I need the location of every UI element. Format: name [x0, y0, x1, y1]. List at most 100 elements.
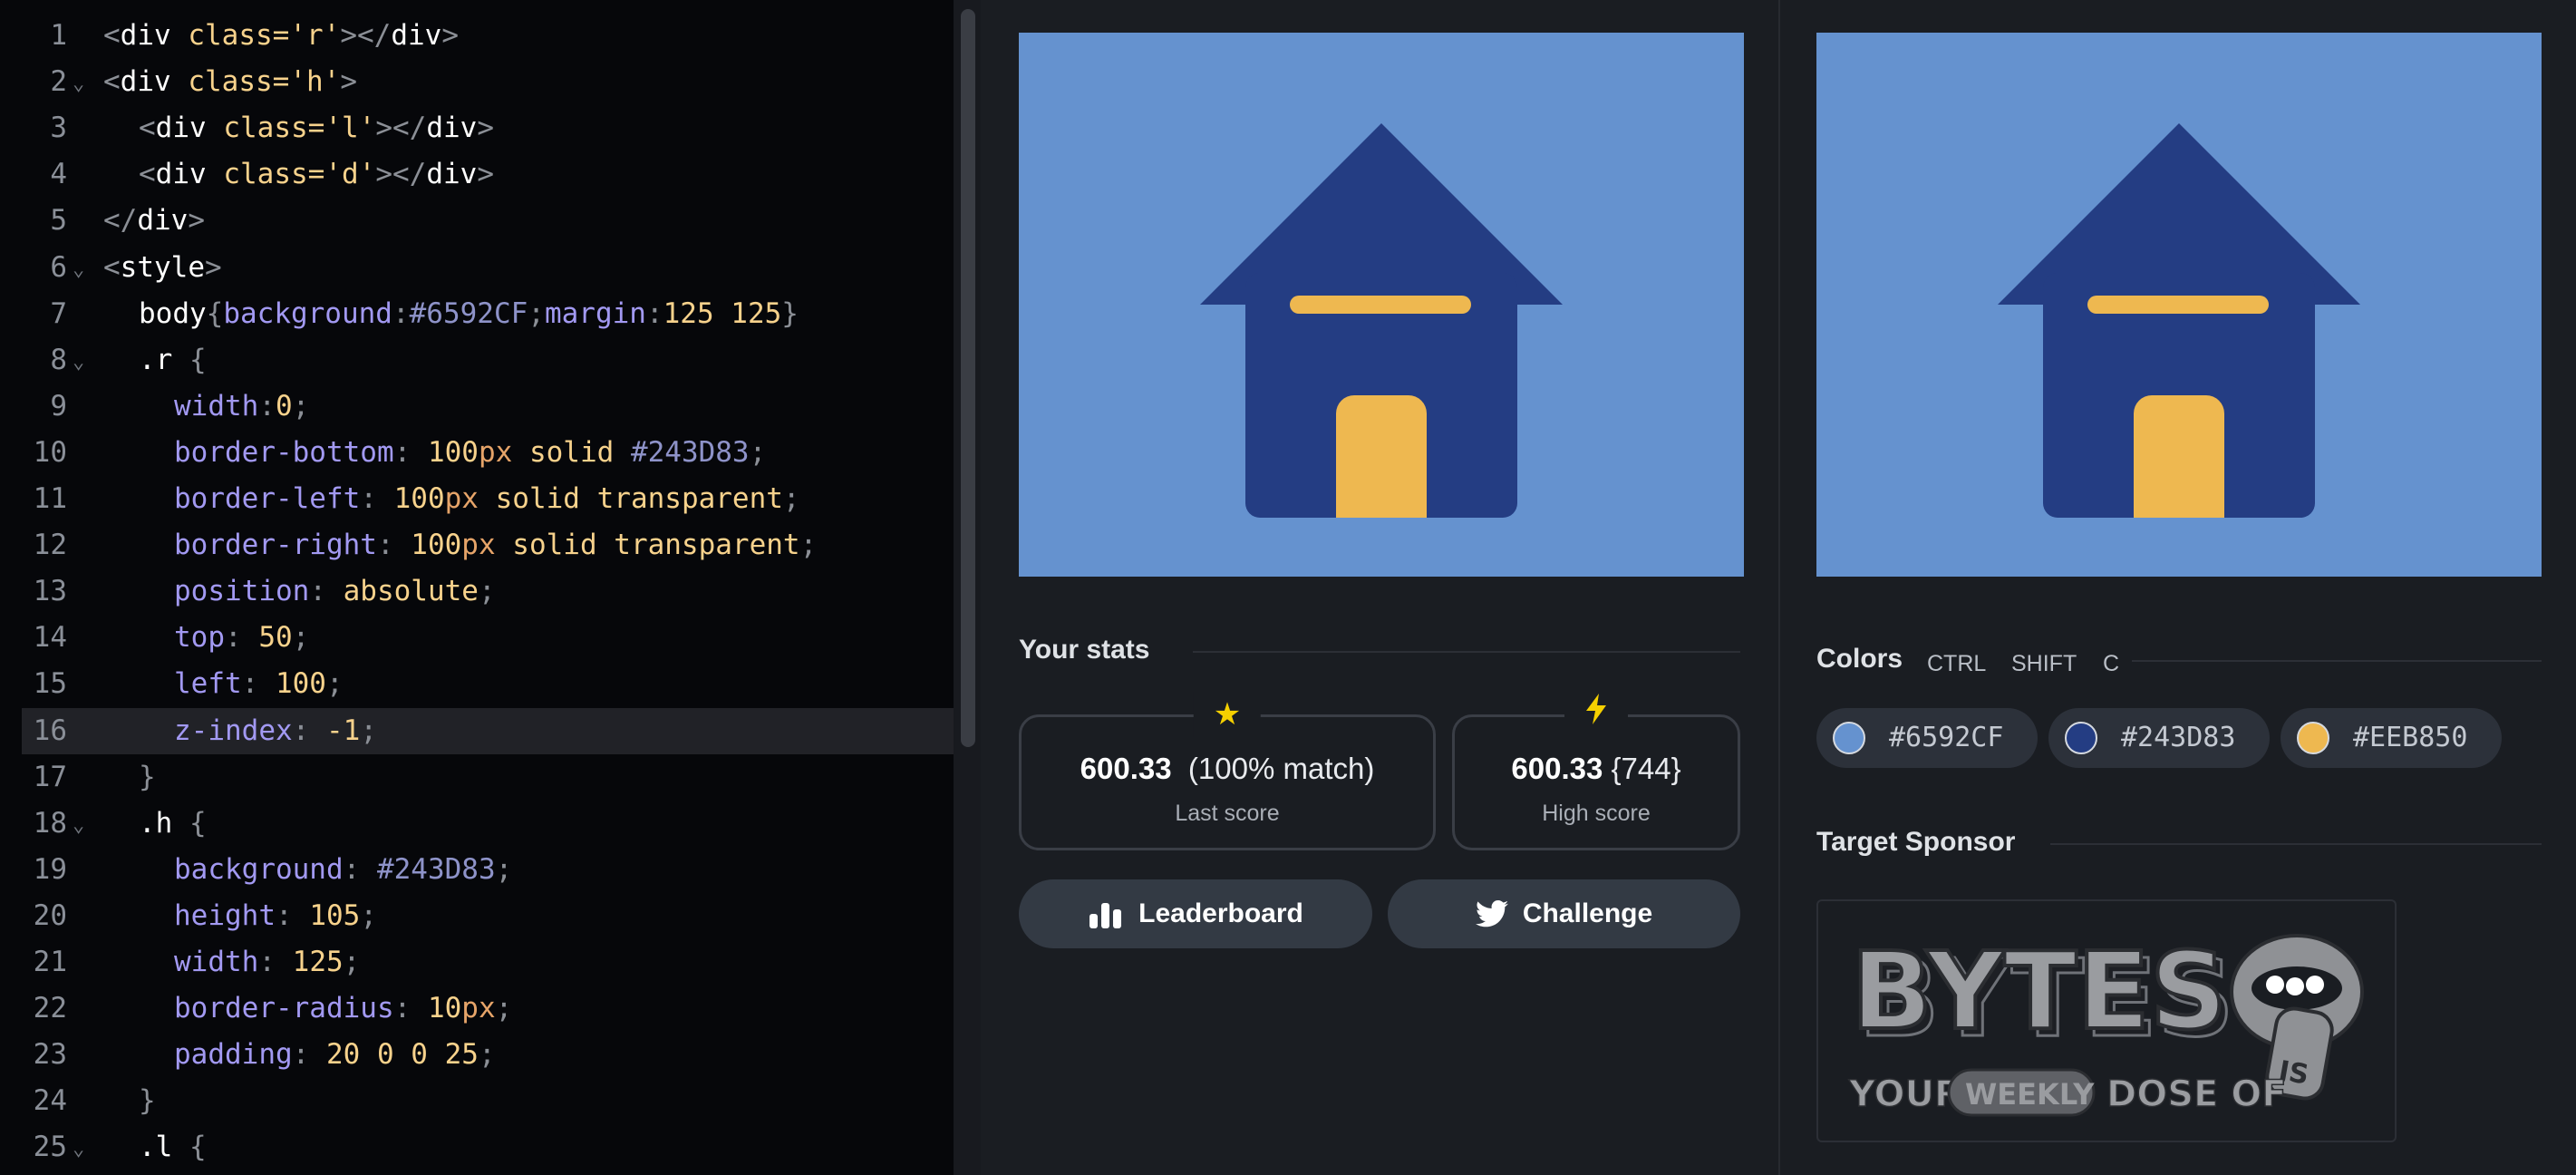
svg-text:DOSE OF: DOSE OF [2106, 1073, 2287, 1115]
code-token: 100 [411, 529, 462, 562]
code-token: > [188, 204, 205, 238]
fold-chevron-icon[interactable]: ⌄ [73, 802, 84, 849]
line-code: border-bottom: 100px solid #243D83; [174, 430, 766, 476]
code-line[interactable]: 12 border-right: 100px solid transparent; [22, 522, 954, 568]
line-number: 14 [33, 621, 67, 655]
code-token: } [139, 1084, 156, 1118]
last-score-match: (100% match) [1187, 752, 1375, 785]
fold-chevron-icon[interactable]: ⌄ [73, 339, 84, 385]
line-number: 23 [33, 1038, 67, 1072]
output-preview[interactable] [1019, 33, 1744, 577]
code-token: border-left [174, 482, 361, 515]
code-token: padding [174, 1038, 293, 1072]
code-line[interactable]: 11 border-left: 100px solid transparent; [22, 476, 954, 522]
code-token: solid transparent [512, 529, 800, 562]
fold-chevron-icon[interactable]: ⌄ [73, 1126, 84, 1172]
line-number: 24 [33, 1084, 67, 1118]
color-swatch-3[interactable]: #EEB850 [2281, 708, 2502, 768]
code-token: solid [528, 435, 631, 469]
code-token: ></ [375, 158, 427, 191]
code-token: border-radius [174, 992, 394, 1025]
leaderboard-label: Leaderboard [1138, 898, 1303, 928]
code-token: left [174, 667, 242, 701]
last-score-value: 600.33 (100% match) [1022, 752, 1433, 786]
shortcut-c: C [2103, 651, 2120, 676]
code-line[interactable]: 20 height: 105; [22, 893, 954, 939]
code-token: : [392, 296, 410, 330]
color-hex-1: #6592CF [1889, 722, 2004, 753]
code-line[interactable]: 18 ⌄ .h { [22, 801, 954, 847]
code-line[interactable]: 25 ⌄ .l { [22, 1124, 954, 1170]
code-line[interactable]: 4 <div class='d'></div> [22, 151, 954, 198]
code-line[interactable]: 21 width: 125; [22, 939, 954, 986]
shortcut-shift: SHIFT [2011, 651, 2077, 676]
code-token: background [174, 852, 344, 886]
code-token: < [139, 158, 156, 191]
code-token: : [309, 575, 344, 608]
line-number: 15 [33, 667, 67, 701]
code-token: ; [478, 1038, 496, 1072]
leaderboard-button[interactable]: Leaderboard [1019, 879, 1372, 948]
code-token: absolute [343, 575, 479, 608]
code-line[interactable]: 9 width:0; [22, 384, 954, 430]
code-token: ; [325, 667, 344, 701]
code-token: px [461, 529, 496, 562]
code-token: div [155, 158, 224, 191]
editor-scrollbar-thumb[interactable] [961, 9, 975, 747]
code-token: ; [292, 389, 310, 422]
code-token: .h [139, 806, 189, 840]
line-code: } [139, 754, 156, 801]
sponsor-banner[interactable]: BYTES BYTES JS YOUR WEEKLY DOSE OF [1816, 899, 2397, 1142]
high-score-card: 600.33 {744} High score [1452, 692, 1740, 850]
code-line[interactable]: 15 left: 100; [22, 661, 954, 707]
code-line[interactable]: 19 background: #243D83; [22, 847, 954, 893]
line-number: 19 [33, 852, 67, 886]
code-line[interactable]: 6 ⌄ <style> [22, 245, 954, 291]
line-code: .l { [139, 1124, 207, 1170]
line-number: 18 [33, 806, 67, 840]
code-line[interactable]: 13 position: absolute; [22, 568, 954, 615]
code-token: div [120, 65, 189, 99]
code-token: class= [223, 158, 325, 191]
code-line[interactable]: 5 </div> [22, 198, 954, 244]
code-editor[interactable]: 1 <div class='r'></div> 2 ⌄ <div class='h'> 3… [0, 0, 954, 1175]
code-line[interactable]: 14 top: 50; [22, 615, 954, 661]
line-code: background: #243D83; [174, 847, 512, 893]
fold-chevron-icon[interactable]: ⌄ [73, 61, 84, 107]
colors-divider [2132, 660, 2542, 662]
code-token: : [292, 1038, 326, 1072]
code-line[interactable]: 7 body{background:#6592CF;margin:125 125} [22, 291, 954, 337]
high-score-label: High score [1542, 801, 1651, 826]
code-token: : [292, 714, 326, 747]
code-line[interactable]: 23 padding: 20 0 0 25; [22, 1032, 954, 1078]
code-token: div [137, 204, 189, 238]
code-line[interactable]: 24} [22, 1078, 954, 1124]
code-line[interactable]: 10 border-bottom: 100px solid #243D83; [22, 430, 954, 476]
code-token: div [155, 112, 224, 145]
code-token: 100 [275, 667, 326, 701]
code-token: ; [528, 296, 545, 330]
code-line[interactable]: 17} [22, 754, 954, 801]
code-token: : [275, 898, 310, 932]
challenge-button[interactable]: Challenge [1388, 879, 1740, 948]
code-line[interactable]: 2 ⌄ <div class='h'> [22, 59, 954, 105]
high-score-number: 600.33 [1511, 752, 1603, 785]
color-swatch-1[interactable]: #6592CF [1816, 708, 2038, 768]
code-line[interactable]: 3 <div class='l'></div> [22, 105, 954, 151]
code-token: : [258, 946, 293, 978]
line-number: 3 [50, 112, 67, 145]
bar-chart-icon [1089, 903, 1122, 928]
color-swatch-2[interactable]: #243D83 [2048, 708, 2270, 768]
code-token: div [426, 112, 478, 145]
code-line[interactable]: 1 <div class='r'></div> [22, 13, 954, 59]
code-line[interactable]: 8 ⌄ .r { [22, 337, 954, 384]
line-number: 7 [50, 296, 67, 330]
svg-text:YOUR: YOUR [1848, 1073, 1962, 1115]
colors-title: Colors [1816, 644, 1903, 674]
fold-chevron-icon[interactable]: ⌄ [73, 247, 84, 293]
code-token: : [343, 852, 377, 886]
code-line[interactable]: 22 border-radius: 10px; [22, 986, 954, 1032]
code-token: ; [343, 946, 361, 978]
code-line[interactable]: 16 z-index: -1; [22, 707, 954, 754]
code-token: : [225, 621, 259, 655]
